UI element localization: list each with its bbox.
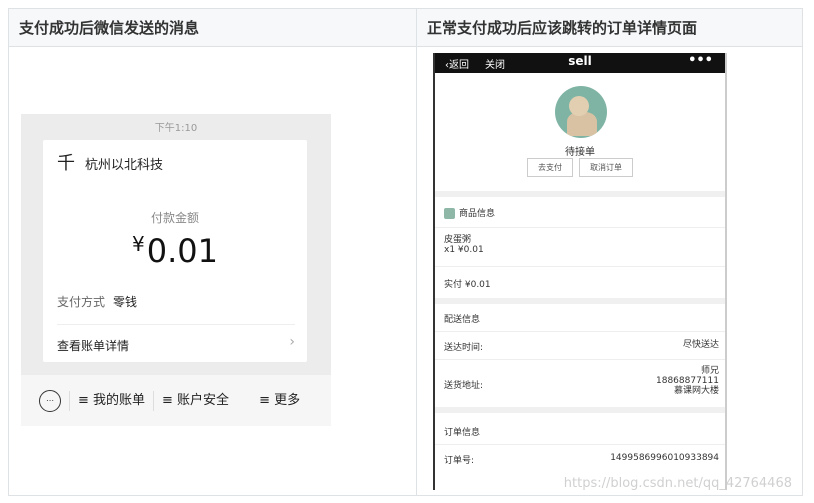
divider [435, 227, 725, 228]
currency-symbol: ¥ [132, 232, 145, 256]
divider [435, 266, 725, 267]
section-gap [435, 298, 725, 304]
delivery-address-label: 送货地址: [444, 381, 484, 391]
order-number-label: 订单号: [444, 456, 475, 466]
delivery-header-label: 配送信息 [444, 315, 481, 325]
section-gap [435, 407, 725, 413]
order-detail-screenshot: sell ‹返回 关闭 ••• 待接单 去支付 取消订单 商品信息 皮蛋粥 x1… [433, 53, 727, 490]
item-name: 皮蛋粥 [444, 235, 472, 245]
divider [57, 324, 295, 325]
method-value: 零钱 [113, 295, 138, 309]
amount-label: 付款金额 [150, 211, 199, 225]
page-title: sell [568, 54, 592, 68]
item-qty-price: x1 ¥0.01 [444, 245, 484, 255]
delivery-address-value: 师兄 18868877111 慕课网大楼 [656, 366, 719, 396]
order-actions: 去支付 取消订单 [435, 158, 725, 177]
wechat-menu-bar: ⋯ ≡ 我的账单 ≡ 账户安全 ≡ 更多 [21, 375, 331, 426]
amount-value: ¥0.01 [43, 232, 307, 270]
merchant-row: 千 杭州以北科技 [57, 154, 163, 173]
watermark: https://blog.csdn.net/qq_42764468 [563, 476, 792, 491]
wechat-message-screenshot: 下午1:10 千 杭州以北科技 付款金额 ¥0.01 支付方式 零钱 查看账单详情… [21, 114, 331, 426]
address-name: 师兄 [700, 366, 719, 376]
phone-nav-bar: sell ‹返回 关闭 ••• [435, 53, 725, 73]
goods-header-label: 商品信息 [459, 209, 496, 219]
comparison-table: 支付成功后微信发送的消息 正常支付成功后应该跳转的订单详情页面 下午1:10 千… [8, 8, 803, 496]
shop-icon [444, 208, 455, 219]
address-phone: 18868877111 [656, 376, 719, 386]
left-cell: 下午1:10 千 杭州以北科技 付款金额 ¥0.01 支付方式 零钱 查看账单详情… [8, 46, 417, 496]
back-label: 返回 [449, 60, 469, 71]
right-column-header: 正常支付成功后应该跳转的订单详情页面 [416, 8, 803, 47]
paid-amount: 实付 ¥0.01 [444, 280, 491, 290]
message-time: 下午1:10 [154, 123, 198, 134]
back-button[interactable]: ‹返回 [445, 56, 469, 71]
section-gap [435, 191, 725, 197]
right-cell: sell ‹返回 关闭 ••• 待接单 去支付 取消订单 商品信息 皮蛋粥 x1… [416, 46, 803, 496]
cancel-order-button[interactable]: 取消订单 [579, 158, 633, 177]
left-column-header: 支付成功后微信发送的消息 [8, 8, 417, 47]
method-label: 支付方式 [57, 295, 106, 309]
amount-number: 0.01 [146, 232, 218, 270]
delivery-time-label: 送达时间: [444, 343, 484, 353]
divider [435, 331, 725, 332]
order-info-header-label: 订单信息 [444, 428, 481, 438]
divider [435, 359, 725, 360]
more-icon[interactable]: ••• [688, 53, 713, 68]
keyboard-icon[interactable]: ⋯ [39, 389, 61, 412]
payment-card[interactable]: 千 杭州以北科技 付款金额 ¥0.01 支付方式 零钱 查看账单详情 › [43, 140, 307, 362]
divider [435, 444, 725, 445]
merchant-icon: 千 [57, 152, 75, 174]
menu-account-security[interactable]: ≡ 账户安全 [153, 390, 237, 411]
merchant-name: 杭州以北科技 [85, 158, 164, 173]
menu-more[interactable]: ≡ 更多 [251, 391, 308, 411]
menu-my-bills[interactable]: ≡ 我的账单 [69, 390, 153, 411]
order-status: 待接单 [565, 147, 595, 158]
close-button[interactable]: 关闭 [485, 56, 505, 71]
order-number-value: 1499586996010933894 [610, 453, 719, 463]
delivery-time-value: 尽快送达 [682, 340, 719, 350]
pay-button[interactable]: 去支付 [527, 158, 573, 177]
avatar [555, 86, 607, 138]
chevron-right-icon: › [289, 334, 295, 350]
payment-method: 支付方式 零钱 [57, 293, 137, 310]
view-bill-detail-link[interactable]: 查看账单详情 [57, 337, 129, 354]
address-place: 慕课网大楼 [673, 386, 719, 396]
